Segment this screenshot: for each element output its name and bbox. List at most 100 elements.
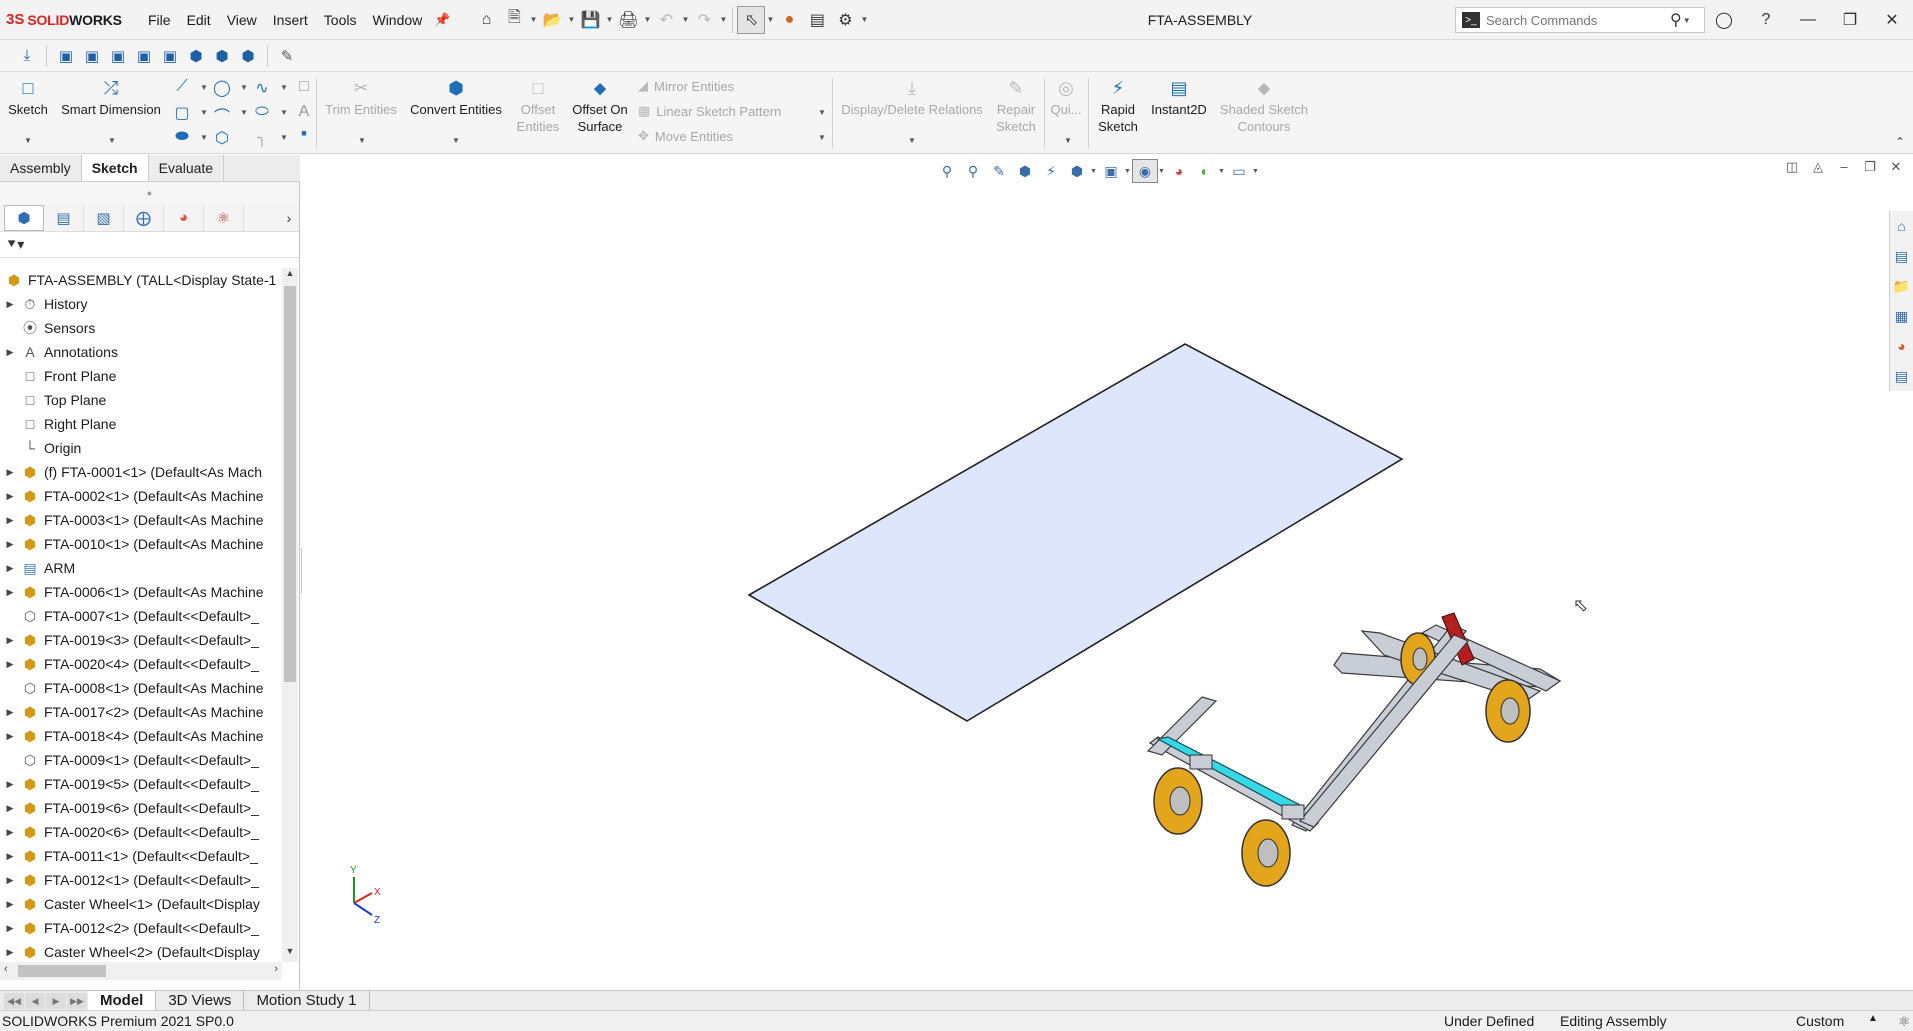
tree-horizontal-scrollbar[interactable]: ‹ › <box>0 962 282 980</box>
tab-model[interactable]: Model <box>88 991 157 1010</box>
left-view-icon[interactable]: ▣ <box>105 43 131 69</box>
trimetric-view-icon[interactable]: ⬢ <box>235 43 261 69</box>
slot-dropdown-icon[interactable]: ▼ <box>200 133 208 142</box>
select-arrow-icon[interactable]: ⬁ <box>737 5 766 34</box>
search-icon[interactable]: ⚲ <box>1670 10 1682 30</box>
restore-icon[interactable]: ❐ <box>1829 10 1871 30</box>
close-icon[interactable]: ✕ <box>1871 10 1913 30</box>
tree-item[interactable]: ▶ ⬢ FTA-0017<2> (Default<As Machine <box>0 700 282 724</box>
first-tab-icon[interactable]: ◀◀ <box>4 992 24 1009</box>
rebuild-status-icon[interactable]: ⚛ <box>1898 1013 1911 1030</box>
quick-snaps-dropdown-icon[interactable]: ▼ <box>1064 136 1072 145</box>
print-icon[interactable]: 🖨 <box>614 6 642 34</box>
tree-item[interactable]: □ Front Plane <box>0 364 282 388</box>
display-manager-tab-icon[interactable]: ◕ <box>164 204 204 231</box>
expand-arrow-icon[interactable]: ▶ <box>0 779 20 790</box>
tab-assembly[interactable]: Assembly <box>0 155 82 181</box>
new-document-icon[interactable]: 🗎 <box>500 6 528 34</box>
normal-to-icon[interactable]: ⤓ <box>14 43 40 69</box>
tree-item[interactable]: ▶ ⬢ FTA-0019<6> (Default<<Default>_ <box>0 796 282 820</box>
spline-dropdown-icon[interactable]: ▼ <box>280 83 288 92</box>
help-icon[interactable]: ? <box>1745 11 1787 29</box>
tree-root[interactable]: ⬢ FTA-ASSEMBLY (TALL<Display State-1 <box>0 268 282 292</box>
panel-grip[interactable]: ● <box>0 182 299 204</box>
next-tab-icon[interactable]: ▶ <box>46 992 66 1009</box>
tree-item[interactable]: ▶ ⏱ History <box>0 292 282 316</box>
trim-entities-button[interactable]: ✂ Trim Entities <box>320 72 402 118</box>
new-dropdown-icon[interactable]: ▼ <box>528 15 538 24</box>
convert-entities-button[interactable]: ⬢ Convert Entities <box>406 72 506 118</box>
quick-snaps-button[interactable]: ◎ Qui... <box>1046 72 1086 118</box>
tree-item[interactable]: ▶ ⬢ FTA-0006<1> (Default<As Machine <box>0 580 282 604</box>
line-icon[interactable]: ⟋ <box>172 78 192 96</box>
solidworks-resources-icon[interactable]: ⌂ <box>1890 211 1913 241</box>
rectangle-icon[interactable]: ▢ <box>172 103 192 123</box>
file-explorer-icon[interactable]: 📁 <box>1890 271 1913 301</box>
display-delete-relations-button[interactable]: ⤓ Display/Delete Relations <box>836 72 988 118</box>
circle-icon[interactable]: ◯ <box>212 78 232 98</box>
arc-icon[interactable]: ⌒ <box>212 103 232 127</box>
relations-dropdown-icon[interactable]: ▼ <box>908 136 916 145</box>
assembly-model-view[interactable]: Y X Z <box>302 155 1862 990</box>
tree-item[interactable]: ▶ ⬢ (f) FTA-0001<1> (Default<As Mach <box>0 460 282 484</box>
expand-arrow-icon[interactable]: ▶ <box>0 563 20 574</box>
scroll-left-icon[interactable]: ‹ <box>4 963 8 975</box>
instant2d-button[interactable]: ▤ Instant2D <box>1146 72 1212 118</box>
tree-item[interactable]: □ Right Plane <box>0 412 282 436</box>
smart-dimension-button[interactable]: ⤮ Smart Dimension <box>56 72 166 118</box>
sketch-pencil-icon[interactable]: ✎ <box>274 43 300 69</box>
dimxpert-manager-tab-icon[interactable]: ⨁ <box>124 204 164 231</box>
expand-arrow-icon[interactable]: ▶ <box>0 803 20 814</box>
undo-dropdown-icon[interactable]: ▼ <box>680 15 690 24</box>
tab-evaluate[interactable]: Evaluate <box>149 155 225 181</box>
rapid-sketch-button[interactable]: ⚡ Rapid Sketch <box>1090 72 1146 135</box>
smart-dimension-dropdown-icon[interactable]: ▼ <box>108 136 116 145</box>
search-dropdown-icon[interactable]: ▼ <box>1682 16 1692 25</box>
tree-item[interactable]: ▶ ⬢ FTA-0002<1> (Default<As Machine <box>0 484 282 508</box>
prev-tab-icon[interactable]: ◀ <box>25 992 45 1009</box>
tree-item[interactable]: ⬡ FTA-0009<1> (Default<<Default>_ <box>0 748 282 772</box>
open-icon[interactable]: 📂 <box>538 6 566 34</box>
scroll-thumb[interactable] <box>284 286 296 682</box>
arc-dropdown-icon[interactable]: ▼ <box>240 108 248 117</box>
expand-arrow-icon[interactable]: ▶ <box>0 899 20 910</box>
fillet-dropdown-icon[interactable]: ▼ <box>280 133 288 142</box>
appearances-scenes-icon[interactable]: ◕ <box>1890 331 1913 361</box>
tree-item[interactable]: □ Top Plane <box>0 388 282 412</box>
slot-icon[interactable]: ⬬ <box>172 128 192 146</box>
isometric-view-icon[interactable]: ⬢ <box>209 43 235 69</box>
menu-insert[interactable]: Insert <box>265 0 316 40</box>
expand-arrow-icon[interactable]: ▶ <box>0 467 20 478</box>
ellipse-dropdown-icon[interactable]: ▼ <box>280 108 288 117</box>
expand-arrow-icon[interactable]: ▶ <box>0 659 20 670</box>
tab-motion-study[interactable]: Motion Study 1 <box>244 991 370 1010</box>
save-icon[interactable]: 💾 <box>576 6 604 34</box>
cam-manager-tab-icon[interactable]: ⚛ <box>204 204 244 231</box>
tree-item[interactable]: ▶ ⬢ FTA-0011<1> (Default<<Default>_ <box>0 844 282 868</box>
feature-manager-tab-icon[interactable]: ⬢ <box>4 204 44 231</box>
tree-item[interactable]: └ Origin <box>0 436 282 460</box>
tree-vertical-scrollbar[interactable]: ▲ ▼ <box>282 268 298 962</box>
right-view-icon[interactable]: ▣ <box>131 43 157 69</box>
menu-file[interactable]: File <box>140 0 179 40</box>
menu-edit[interactable]: Edit <box>179 0 219 40</box>
save-dropdown-icon[interactable]: ▼ <box>604 15 614 24</box>
text-icon[interactable]: A <box>294 103 314 121</box>
tree-item[interactable]: ▶ ⬢ Caster Wheel<1> (Default<Display <box>0 892 282 916</box>
units-dropdown-icon[interactable]: ▲ <box>1868 1013 1878 1024</box>
expand-arrow-icon[interactable]: ▶ <box>0 347 20 358</box>
rectangle-dropdown-icon[interactable]: ▼ <box>200 108 208 117</box>
circle-dropdown-icon[interactable]: ▼ <box>240 83 248 92</box>
expand-arrow-icon[interactable]: ▶ <box>0 299 20 310</box>
search-input[interactable] <box>1486 12 1666 28</box>
spline-icon[interactable]: ∿ <box>252 78 272 98</box>
tree-filter[interactable]: ⯆▾ <box>0 232 299 258</box>
select-dropdown-icon[interactable]: ▼ <box>765 15 775 24</box>
move-dropdown-icon[interactable]: ▼ <box>818 133 826 142</box>
options-dropdown-icon[interactable]: ▼ <box>859 15 869 24</box>
convert-dropdown-icon[interactable]: ▼ <box>452 136 460 145</box>
expand-arrow-icon[interactable]: ▶ <box>0 923 20 934</box>
graphics-area[interactable]: ⚲ ⚲ ✎ ⬢ ⚡ ⬢ ▼ ▣ ▼ ◉ ▼ ◕ ◐ ▼ ▭ ▼ ◫ ◬ – ❐ … <box>302 155 1913 990</box>
last-tab-icon[interactable]: ▶▶ <box>67 992 87 1009</box>
view-palette-icon[interactable]: ▦ <box>1890 301 1913 331</box>
